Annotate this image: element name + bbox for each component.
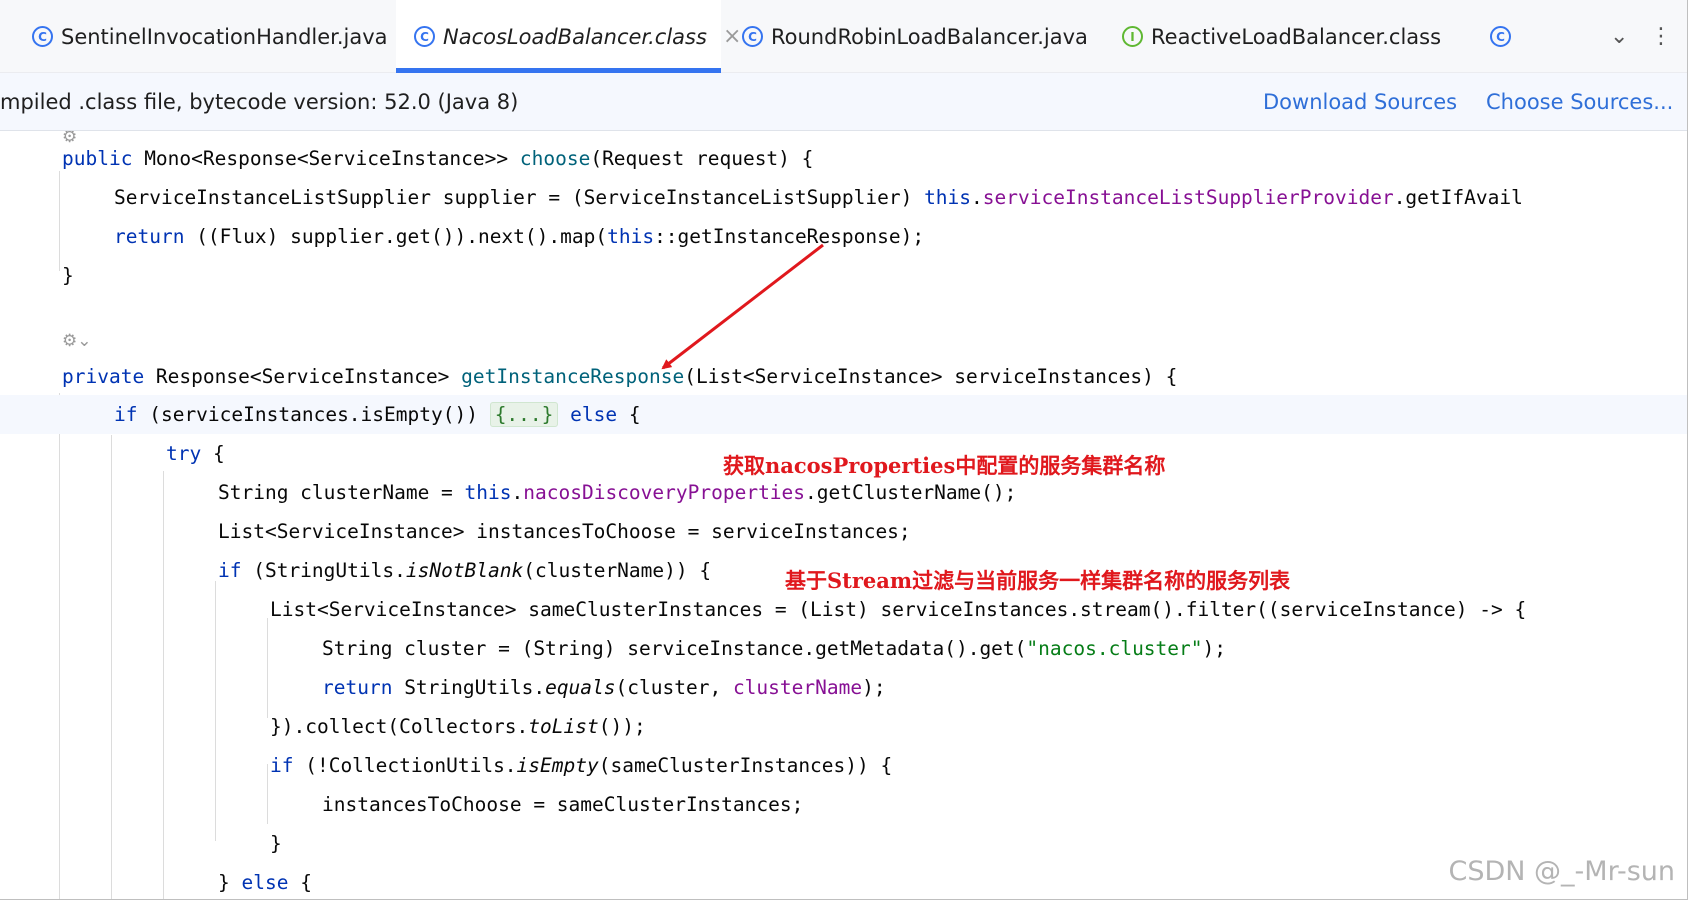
class-icon: C (414, 26, 435, 47)
more-vertical-icon[interactable]: ⋮ (1650, 0, 1672, 73)
code-line: return StringUtils.equals(cluster, clust… (322, 676, 886, 699)
tab-round-robin-load-balancer[interactable]: C RoundRobinLoadBalancer.java (722, 0, 1102, 73)
folded-code-region[interactable]: {...} (489, 402, 559, 427)
class-icon: C (1490, 26, 1511, 47)
decompiled-notice-bar: mpiled .class file, bytecode version: 52… (0, 73, 1687, 131)
tab-label: SentinelInvocationHandler.java (61, 24, 388, 49)
tab-label: NacosLoadBalancer.class (443, 24, 707, 49)
tab-overflow[interactable]: C (1472, 0, 1532, 73)
choose-sources-link[interactable]: Choose Sources... (1486, 90, 1673, 114)
code-line: instancesToChoose = sameClusterInstances… (322, 793, 804, 816)
tab-label: ReactiveLoadBalancer.class (1151, 24, 1442, 49)
indent-guide (59, 393, 60, 899)
tab-sentinel-invocation-handler[interactable]: C SentinelInvocationHandler.java (0, 0, 395, 73)
code-line: } (270, 832, 282, 855)
class-icon: C (742, 26, 763, 47)
tab-label: RoundRobinLoadBalancer.java (771, 24, 1088, 49)
indent-guide (59, 171, 60, 271)
notice-message: mpiled .class file, bytecode version: 52… (0, 89, 519, 114)
code-line: String cluster = (String) serviceInstanc… (322, 637, 1226, 660)
class-icon: C (32, 26, 53, 47)
code-line-current: if (serviceInstances.isEmpty()) {...} el… (0, 395, 1687, 434)
code-line: if (!CollectionUtils.isEmpty(sameCluster… (270, 754, 893, 777)
indent-guide (215, 581, 216, 841)
code-editor[interactable]: ⚙ ⚙⌄ public Mono<Response<ServiceInstanc… (0, 131, 1687, 899)
download-sources-link[interactable]: Download Sources (1263, 90, 1457, 114)
editor-tab-bar: C SentinelInvocationHandler.java C Nacos… (0, 0, 1687, 73)
tab-reactive-load-balancer[interactable]: I ReactiveLoadBalancer.class (1102, 0, 1472, 73)
editor-window: C SentinelInvocationHandler.java C Nacos… (0, 0, 1688, 900)
watermark: CSDN @_-Mr-sun (1448, 856, 1675, 887)
code-line: List<ServiceInstance> sameClusterInstanc… (270, 598, 1527, 621)
override-gutter-icon[interactable]: ⚙⌄ (62, 331, 91, 351)
code-line: } else { (218, 871, 312, 894)
indent-guide (267, 764, 268, 824)
tab-nacos-load-balancer[interactable]: C NacosLoadBalancer.class × (396, 0, 741, 73)
interface-icon: I (1122, 26, 1143, 47)
indent-guide (111, 435, 112, 899)
code-line: try { (166, 442, 225, 465)
code-line: ServiceInstanceListSupplier supplier = (… (114, 186, 1523, 209)
code-line: }).collect(Collectors.toList()); (270, 715, 646, 738)
annotation-cluster-name: 获取nacosProperties中配置的服务集群名称 (723, 453, 1166, 478)
code-line: return ((Flux) supplier.get()).next().ma… (114, 225, 925, 248)
indent-guide (163, 471, 164, 899)
code-line: List<ServiceInstance> instancesToChoose … (218, 520, 911, 543)
code-line: } (62, 264, 74, 287)
annotation-stream-filter: 基于Stream过滤与当前服务一样集群名称的服务列表 (785, 568, 1291, 593)
code-line: private Response<ServiceInstance> getIns… (62, 365, 1178, 388)
code-line: public Mono<Response<ServiceInstance>> c… (62, 147, 814, 170)
indent-guide (267, 618, 268, 718)
chevron-down-icon[interactable]: ⌄ (1610, 0, 1628, 73)
code-line: if (StringUtils.isNotBlank(clusterName))… (218, 559, 712, 582)
